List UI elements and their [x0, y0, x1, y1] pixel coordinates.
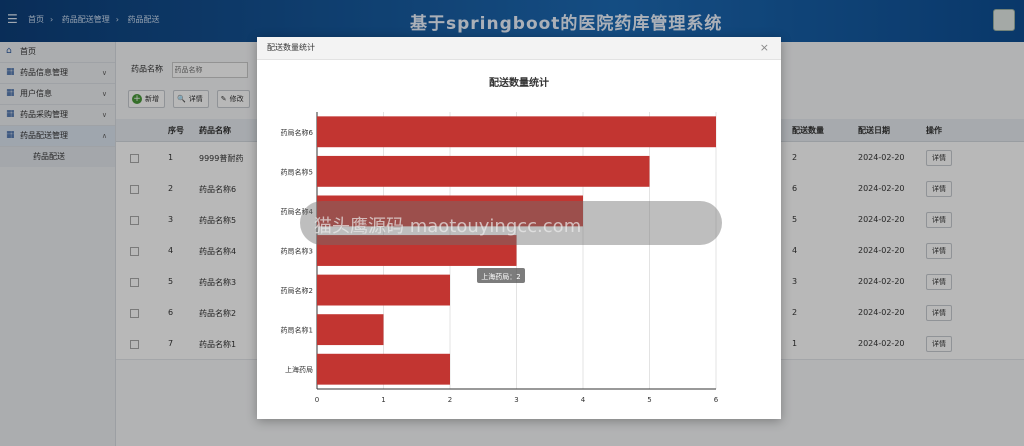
y-tick-label: 药局名称6 — [281, 128, 314, 137]
y-tick-label: 药局名称2 — [281, 286, 313, 295]
bar — [317, 155, 650, 187]
modal-title: 配送数量统计 — [267, 43, 315, 52]
bar — [317, 116, 716, 148]
close-icon[interactable]: × — [760, 37, 769, 59]
y-tick-label: 药局名称5 — [281, 167, 313, 176]
y-tick-label: 药局名称1 — [281, 326, 313, 335]
bar — [317, 353, 450, 385]
watermark-banner: 猫头鹰源码 maotouyingcc.com — [300, 201, 722, 245]
tooltip-text: 上海药局：2 — [481, 272, 520, 281]
bar — [317, 274, 450, 306]
x-tick-label: 4 — [581, 396, 586, 404]
x-tick-label: 3 — [514, 396, 518, 404]
chart-title: 配送数量统计 — [489, 76, 549, 89]
bar — [317, 314, 384, 346]
x-tick-label: 0 — [315, 396, 319, 404]
y-tick-label: 药局名称3 — [281, 247, 313, 256]
x-tick-label: 1 — [381, 396, 385, 404]
watermark-text: 猫头鹰源码 maotouyingcc.com — [314, 216, 582, 237]
x-tick-label: 6 — [714, 396, 719, 404]
x-tick-label: 5 — [647, 396, 651, 404]
y-tick-label: 上海药局 — [285, 365, 313, 374]
modal-header: 配送数量统计 × — [257, 37, 781, 60]
x-tick-label: 2 — [448, 396, 452, 404]
